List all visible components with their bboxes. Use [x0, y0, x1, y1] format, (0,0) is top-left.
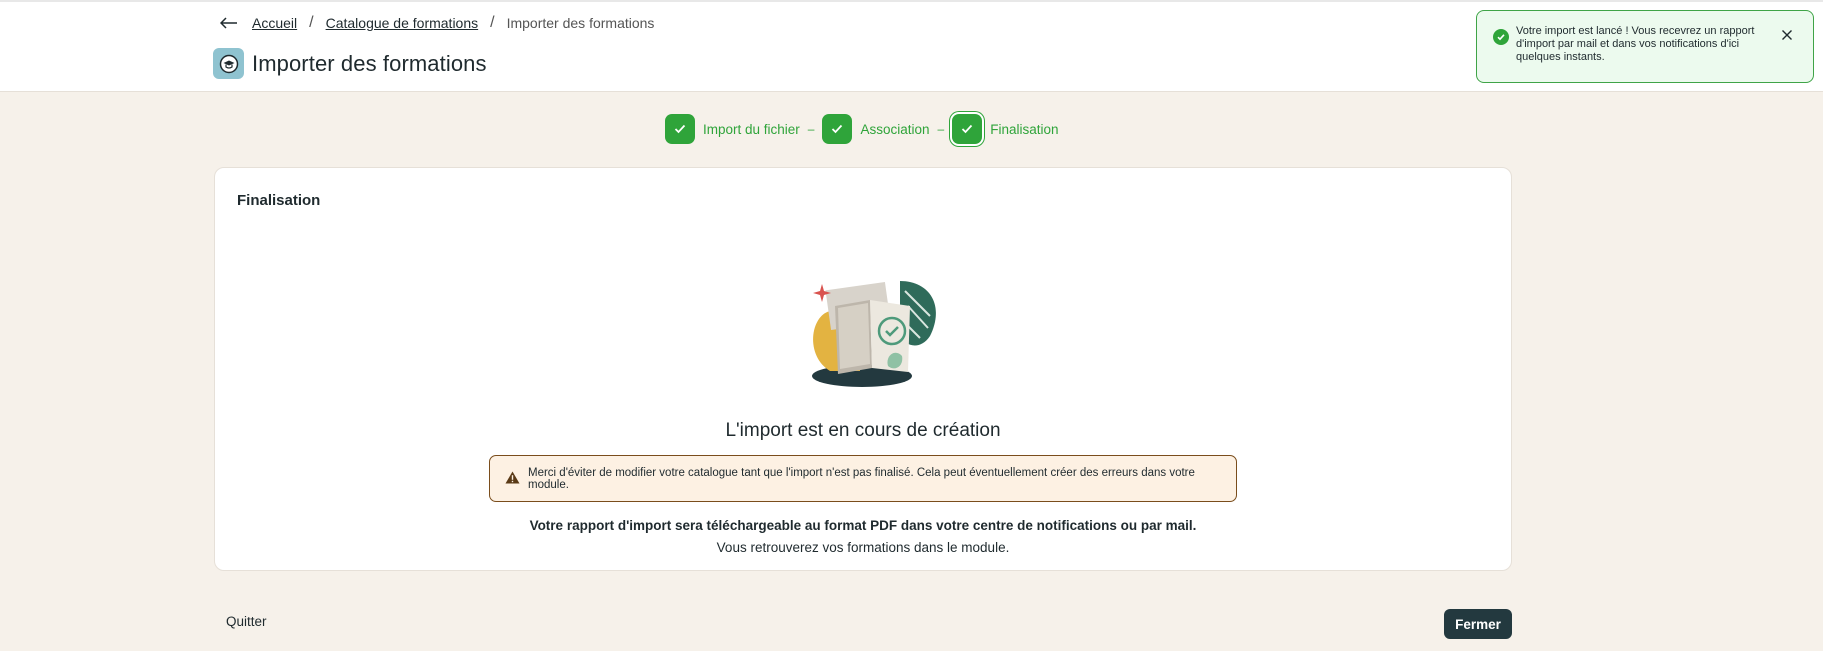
step-label: Association — [860, 121, 930, 137]
step-separator: – — [807, 122, 815, 136]
page-title-group: Importer des formations — [213, 48, 487, 79]
step-import-file[interactable]: Import du fichier — [665, 114, 800, 144]
success-toast: Votre import est lancé ! Vous recevrez u… — [1476, 10, 1814, 83]
warning-banner: Merci d'éviter de modifier votre catalog… — [489, 455, 1237, 502]
step-finalisation[interactable]: Finalisation — [952, 114, 1059, 144]
breadcrumb-current: Importer des formations — [506, 15, 655, 31]
step-label: Import du fichier — [703, 121, 800, 137]
check-icon — [822, 114, 853, 144]
breadcrumb-home-link[interactable]: Accueil — [252, 15, 297, 31]
back-arrow-icon[interactable] — [219, 14, 240, 32]
breadcrumb-separator: / — [490, 14, 495, 31]
module-info: Vous retrouverez vos formations dans le … — [716, 540, 1010, 555]
breadcrumb-separator: / — [309, 14, 314, 31]
close-icon[interactable] — [1779, 27, 1795, 43]
quit-button[interactable]: Quitter — [226, 614, 267, 629]
toast-message: Votre import est lancé ! Vous recevrez u… — [1516, 25, 1755, 63]
close-button[interactable]: Fermer — [1444, 609, 1512, 639]
check-icon — [665, 114, 695, 144]
step-label: Finalisation — [990, 121, 1059, 137]
status-title: L'import est en cours de création — [725, 420, 1001, 441]
graduation-cap-icon — [213, 48, 244, 79]
card-title: Finalisation — [237, 192, 321, 209]
warning-triangle-icon — [505, 471, 520, 487]
check-circle-icon — [1493, 29, 1509, 45]
step-separator: – — [937, 122, 945, 136]
breadcrumb-catalog-link[interactable]: Catalogue de formations — [326, 15, 479, 31]
report-info: Votre rapport d'import sera téléchargeab… — [529, 518, 1197, 533]
import-stepper: Import du fichier – Association – Finali… — [665, 114, 1059, 144]
step-association[interactable]: Association — [822, 114, 930, 144]
page-title: Importer des formations — [252, 50, 487, 76]
breadcrumb: Accueil / Catalogue de formations / Impo… — [219, 14, 655, 32]
book-illustration-icon — [812, 281, 936, 387]
warning-text: Merci d'éviter de modifier votre catalog… — [528, 466, 1195, 491]
finalisation-card: Finalisation L'import est en cours de cr… — [214, 167, 1512, 571]
check-icon — [952, 114, 983, 144]
